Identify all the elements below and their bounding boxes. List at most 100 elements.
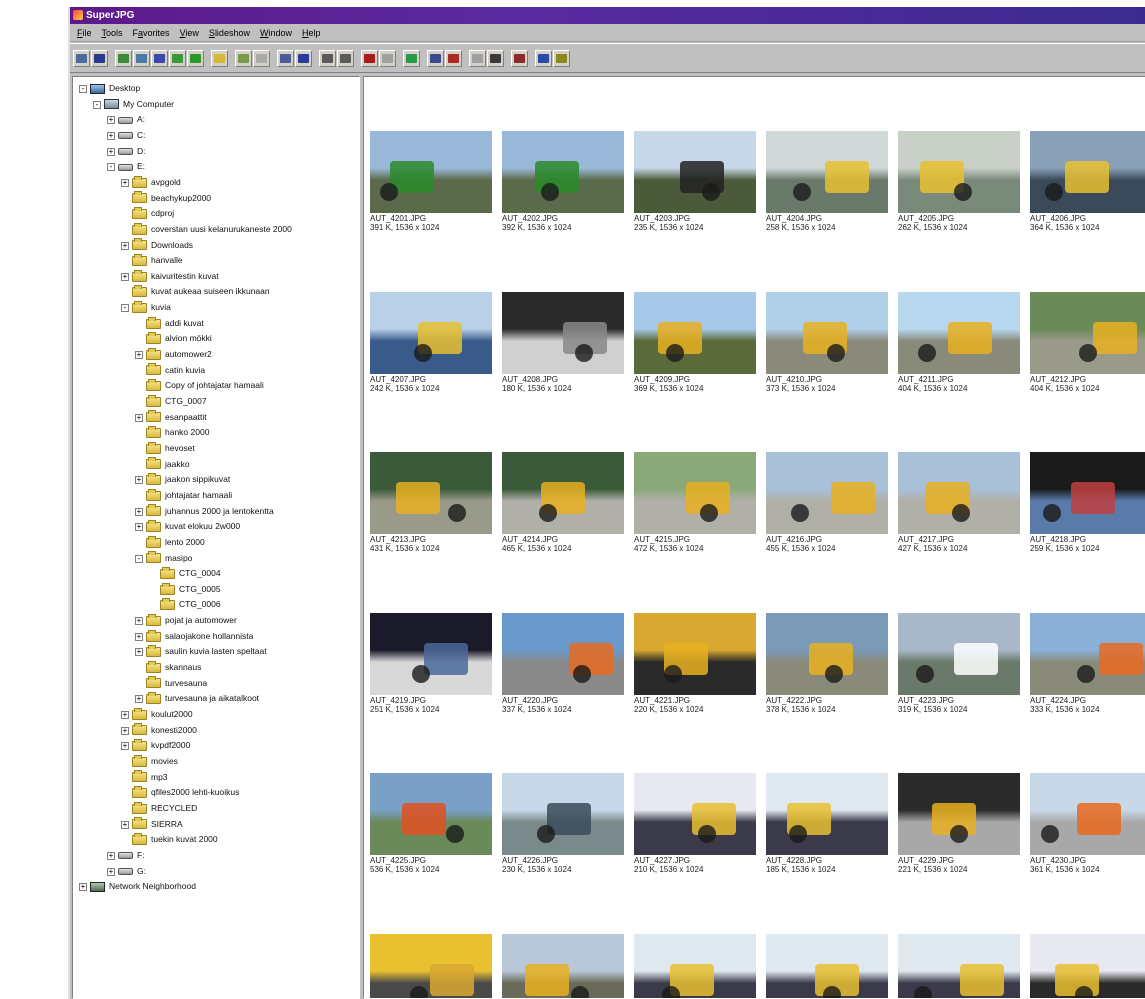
expand-toggle[interactable]: + xyxy=(135,648,143,657)
thumbnail[interactable]: AUT_4223.JPG 319 K, 1536 x 1024 xyxy=(898,612,1020,714)
tree-item[interactable]: johtajatar hamaali xyxy=(146,488,232,503)
fit-button[interactable] xyxy=(319,49,336,67)
thumbnail-image[interactable] xyxy=(634,933,756,998)
expand-toggle[interactable]: + xyxy=(121,820,129,829)
thumbnail-image[interactable] xyxy=(502,773,624,855)
expand-toggle[interactable]: + xyxy=(135,413,143,422)
expand-toggle[interactable]: + xyxy=(135,523,143,532)
thumbnail[interactable]: AUT_4227.JPG 210 K, 1536 x 1024 xyxy=(634,773,756,874)
tree-item[interactable]: jaakko xyxy=(146,457,190,472)
tree-item[interactable]: kvpdf2000 xyxy=(132,738,190,753)
thumbnail-image[interactable] xyxy=(502,933,624,998)
tree-item[interactable]: jaakon sippikuvat xyxy=(146,472,230,487)
thumbnail-image[interactable] xyxy=(634,612,756,695)
rotate-button[interactable] xyxy=(403,49,420,67)
thumbnail-image[interactable] xyxy=(1030,612,1145,695)
expand-toggle[interactable]: + xyxy=(121,178,129,187)
thumbnail[interactable]: AUT_4209.JPG 369 K, 1536 x 1024 xyxy=(634,291,756,393)
thumbnail[interactable] xyxy=(1030,933,1145,998)
tree-item[interactable]: Desktop xyxy=(90,81,140,96)
thumbnail-image[interactable] xyxy=(1030,933,1145,998)
delete-disabled-button[interactable] xyxy=(379,49,396,67)
minimize-button[interactable] xyxy=(427,49,444,67)
expand-toggle[interactable]: + xyxy=(107,131,115,140)
tree-item[interactable]: turvesauna ja aikatalkoot xyxy=(146,691,259,706)
tree-item[interactable]: hanko 2000 xyxy=(146,425,209,440)
tree-item[interactable]: koulut2000 xyxy=(132,707,193,722)
collapse-toggle[interactable]: - xyxy=(93,100,101,109)
tree-item[interactable]: saulin kuvia lasten speltaat xyxy=(146,644,267,659)
settings-button[interactable] xyxy=(511,49,528,67)
thumbnail-image[interactable] xyxy=(502,452,624,534)
thumbnail-image[interactable] xyxy=(898,131,1020,213)
move-button[interactable] xyxy=(133,49,150,67)
tree-item[interactable]: CTG_0004 xyxy=(160,566,221,581)
thumbnail-image[interactable] xyxy=(766,452,888,534)
expand-toggle[interactable]: + xyxy=(121,726,129,735)
tree-item[interactable]: kaivuritestin kuvat xyxy=(132,269,219,284)
tree-item[interactable]: RECYCLED xyxy=(132,801,197,816)
thumbnail[interactable]: AUT_4208.JPG 180 K, 1536 x 1024 xyxy=(502,291,624,393)
thumbnail[interactable] xyxy=(634,933,756,998)
thumbnail[interactable]: AUT_4221.JPG 220 K, 1536 x 1024 xyxy=(634,612,756,714)
menu-favorites[interactable]: Favorites xyxy=(128,28,175,38)
tree-item[interactable]: skannaus xyxy=(146,660,201,675)
collapse-toggle[interactable]: - xyxy=(121,304,129,313)
thumbnail[interactable]: AUT_4213.JPG 431 K, 1536 x 1024 xyxy=(370,452,492,553)
tree-item[interactable]: E: xyxy=(118,159,145,174)
zoom-button[interactable] xyxy=(337,49,354,67)
thumbnail[interactable]: AUT_4214.JPG 465 K, 1536 x 1024 xyxy=(502,452,624,553)
thumbnail[interactable]: AUT_4203.JPG 235 K, 1536 x 1024 xyxy=(634,131,756,232)
thumbnail-image[interactable] xyxy=(370,452,492,534)
print-preview-button[interactable] xyxy=(469,49,486,67)
thumbnail-image[interactable] xyxy=(370,131,492,213)
expand-toggle[interactable]: + xyxy=(107,867,115,876)
tree-item[interactable]: masipo xyxy=(146,551,192,566)
help-context-button[interactable] xyxy=(535,49,552,67)
blank-button[interactable] xyxy=(253,49,270,67)
folder-button[interactable] xyxy=(211,49,228,67)
thumbnail[interactable]: AUT_4220.JPG 337 K, 1536 x 1024 xyxy=(502,612,624,714)
expand-toggle[interactable]: + xyxy=(107,147,115,156)
thumbnail[interactable]: AUT_4210.JPG 373 K, 1536 x 1024 xyxy=(766,291,888,393)
thumbnail-image[interactable] xyxy=(898,291,1020,374)
title-bar[interactable]: SuperJPG xyxy=(70,7,1145,24)
menu-slideshow[interactable]: Slideshow xyxy=(204,28,255,38)
tree-item[interactable]: juhannus 2000 ja lentokentta xyxy=(146,504,274,519)
tree-item[interactable]: Copy of johtajatar hamaali xyxy=(146,378,264,393)
thumbnail[interactable]: AUT_4229.JPG 221 K, 1536 x 1024 xyxy=(898,773,1020,874)
menu-tools[interactable]: Tools xyxy=(97,28,128,38)
delete-button[interactable] xyxy=(361,49,378,67)
thumbnail[interactable]: AUT_4202.JPG 392 K, 1536 x 1024 xyxy=(502,131,624,232)
open-button[interactable] xyxy=(73,49,90,67)
thumbnail[interactable]: AUT_4230.JPG 361 K, 1536 x 1024 xyxy=(1030,773,1145,874)
thumbnail-image[interactable] xyxy=(634,291,756,374)
thumbnail[interactable]: AUT_4205.JPG 262 K, 1536 x 1024 xyxy=(898,131,1020,232)
thumbnail-image[interactable] xyxy=(370,773,492,855)
thumbnail[interactable]: AUT_4217.JPG 427 K, 1536 x 1024 xyxy=(898,452,1020,553)
collapse-toggle[interactable]: - xyxy=(107,163,115,172)
tree-item[interactable]: automower2 xyxy=(146,347,212,362)
tree-item[interactable]: Downloads xyxy=(132,238,193,253)
thumbnail-image[interactable] xyxy=(502,612,624,695)
thumbnail[interactable]: AUT_4216.JPG 455 K, 1536 x 1024 xyxy=(766,452,888,553)
thumbnail[interactable]: AUT_4211.JPG 404 K, 1536 x 1024 xyxy=(898,291,1020,393)
collapse-toggle[interactable]: - xyxy=(135,554,143,563)
tree-item[interactable]: mp3 xyxy=(132,770,168,785)
thumbnail[interactable]: AUT_4218.JPG 259 K, 1536 x 1024 xyxy=(1030,452,1145,553)
copy-button[interactable] xyxy=(115,49,132,67)
tree-item[interactable]: movies xyxy=(132,754,178,769)
tree-item[interactable]: Network Neighborhood xyxy=(90,879,196,894)
tree-item[interactable]: pojat ja automower xyxy=(146,613,237,628)
thumbnail-image[interactable] xyxy=(766,773,888,855)
thumbnail-image[interactable] xyxy=(502,131,624,213)
thumbnail-gallery[interactable]: AUT_4201.JPG 391 K, 1536 x 1024 AUT_4202.J… xyxy=(363,76,1145,999)
thumbnail-image[interactable] xyxy=(634,131,756,213)
thumbnail-image[interactable] xyxy=(1030,131,1145,213)
tree-item[interactable]: kuvat elokuu 2w000 xyxy=(146,519,240,534)
collapse-toggle[interactable]: - xyxy=(79,85,87,93)
expand-toggle[interactable]: + xyxy=(135,617,143,626)
tree-item[interactable]: G: xyxy=(118,864,146,879)
tree-item[interactable]: CTG_0005 xyxy=(160,582,221,597)
image-button[interactable] xyxy=(235,49,252,67)
